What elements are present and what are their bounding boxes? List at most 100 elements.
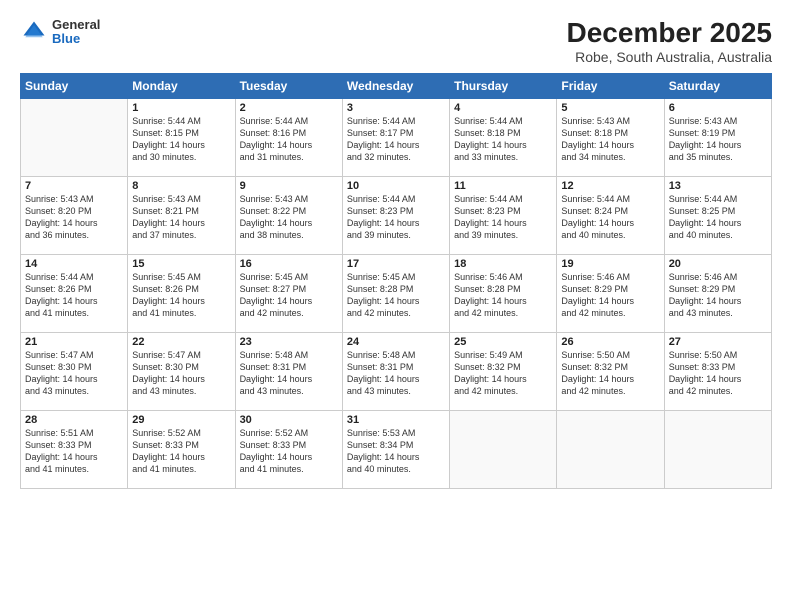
day-cell: 7Sunrise: 5:43 AM Sunset: 8:20 PM Daylig… bbox=[21, 176, 128, 254]
title-block: December 2025 Robe, South Australia, Aus… bbox=[567, 18, 772, 65]
day-cell: 18Sunrise: 5:46 AM Sunset: 8:28 PM Dayli… bbox=[450, 254, 557, 332]
day-number: 12 bbox=[561, 180, 659, 192]
calendar: SundayMondayTuesdayWednesdayThursdayFrid… bbox=[20, 73, 772, 489]
day-info: Sunrise: 5:44 AM Sunset: 8:17 PM Dayligh… bbox=[347, 115, 445, 164]
day-cell: 24Sunrise: 5:48 AM Sunset: 8:31 PM Dayli… bbox=[342, 332, 449, 410]
day-number: 29 bbox=[132, 414, 230, 426]
calendar-body: 1Sunrise: 5:44 AM Sunset: 8:15 PM Daylig… bbox=[21, 98, 772, 488]
day-cell: 19Sunrise: 5:46 AM Sunset: 8:29 PM Dayli… bbox=[557, 254, 664, 332]
day-cell: 22Sunrise: 5:47 AM Sunset: 8:30 PM Dayli… bbox=[128, 332, 235, 410]
logo-icon bbox=[20, 18, 48, 46]
day-number: 15 bbox=[132, 258, 230, 270]
day-info: Sunrise: 5:52 AM Sunset: 8:33 PM Dayligh… bbox=[240, 427, 338, 476]
day-cell bbox=[450, 410, 557, 488]
week-row-1: 1Sunrise: 5:44 AM Sunset: 8:15 PM Daylig… bbox=[21, 98, 772, 176]
week-row-4: 21Sunrise: 5:47 AM Sunset: 8:30 PM Dayli… bbox=[21, 332, 772, 410]
main-title: December 2025 bbox=[567, 18, 772, 49]
day-cell: 8Sunrise: 5:43 AM Sunset: 8:21 PM Daylig… bbox=[128, 176, 235, 254]
day-number: 24 bbox=[347, 336, 445, 348]
day-info: Sunrise: 5:48 AM Sunset: 8:31 PM Dayligh… bbox=[240, 349, 338, 398]
day-number: 22 bbox=[132, 336, 230, 348]
day-info: Sunrise: 5:43 AM Sunset: 8:22 PM Dayligh… bbox=[240, 193, 338, 242]
subtitle: Robe, South Australia, Australia bbox=[567, 49, 772, 65]
day-number: 28 bbox=[25, 414, 123, 426]
logo-general-label: General bbox=[52, 18, 100, 32]
day-cell: 14Sunrise: 5:44 AM Sunset: 8:26 PM Dayli… bbox=[21, 254, 128, 332]
day-info: Sunrise: 5:43 AM Sunset: 8:18 PM Dayligh… bbox=[561, 115, 659, 164]
day-cell: 6Sunrise: 5:43 AM Sunset: 8:19 PM Daylig… bbox=[664, 98, 771, 176]
day-info: Sunrise: 5:49 AM Sunset: 8:32 PM Dayligh… bbox=[454, 349, 552, 398]
day-info: Sunrise: 5:43 AM Sunset: 8:20 PM Dayligh… bbox=[25, 193, 123, 242]
day-cell: 3Sunrise: 5:44 AM Sunset: 8:17 PM Daylig… bbox=[342, 98, 449, 176]
day-info: Sunrise: 5:43 AM Sunset: 8:21 PM Dayligh… bbox=[132, 193, 230, 242]
day-cell: 16Sunrise: 5:45 AM Sunset: 8:27 PM Dayli… bbox=[235, 254, 342, 332]
day-info: Sunrise: 5:46 AM Sunset: 8:29 PM Dayligh… bbox=[669, 271, 767, 320]
day-info: Sunrise: 5:44 AM Sunset: 8:23 PM Dayligh… bbox=[454, 193, 552, 242]
header: General Blue December 2025 Robe, South A… bbox=[20, 18, 772, 65]
day-number: 14 bbox=[25, 258, 123, 270]
day-info: Sunrise: 5:50 AM Sunset: 8:32 PM Dayligh… bbox=[561, 349, 659, 398]
day-number: 23 bbox=[240, 336, 338, 348]
day-cell: 27Sunrise: 5:50 AM Sunset: 8:33 PM Dayli… bbox=[664, 332, 771, 410]
day-number: 13 bbox=[669, 180, 767, 192]
col-header-monday: Monday bbox=[128, 73, 235, 98]
day-info: Sunrise: 5:44 AM Sunset: 8:26 PM Dayligh… bbox=[25, 271, 123, 320]
col-header-sunday: Sunday bbox=[21, 73, 128, 98]
day-number: 8 bbox=[132, 180, 230, 192]
day-info: Sunrise: 5:51 AM Sunset: 8:33 PM Dayligh… bbox=[25, 427, 123, 476]
day-info: Sunrise: 5:50 AM Sunset: 8:33 PM Dayligh… bbox=[669, 349, 767, 398]
day-number: 5 bbox=[561, 102, 659, 114]
day-cell: 5Sunrise: 5:43 AM Sunset: 8:18 PM Daylig… bbox=[557, 98, 664, 176]
day-cell: 30Sunrise: 5:52 AM Sunset: 8:33 PM Dayli… bbox=[235, 410, 342, 488]
day-cell bbox=[21, 98, 128, 176]
day-info: Sunrise: 5:48 AM Sunset: 8:31 PM Dayligh… bbox=[347, 349, 445, 398]
day-info: Sunrise: 5:44 AM Sunset: 8:25 PM Dayligh… bbox=[669, 193, 767, 242]
day-info: Sunrise: 5:44 AM Sunset: 8:15 PM Dayligh… bbox=[132, 115, 230, 164]
week-row-3: 14Sunrise: 5:44 AM Sunset: 8:26 PM Dayli… bbox=[21, 254, 772, 332]
day-number: 7 bbox=[25, 180, 123, 192]
col-header-friday: Friday bbox=[557, 73, 664, 98]
day-cell bbox=[557, 410, 664, 488]
logo-text: General Blue bbox=[52, 18, 100, 47]
day-cell: 1Sunrise: 5:44 AM Sunset: 8:15 PM Daylig… bbox=[128, 98, 235, 176]
day-cell: 21Sunrise: 5:47 AM Sunset: 8:30 PM Dayli… bbox=[21, 332, 128, 410]
day-info: Sunrise: 5:45 AM Sunset: 8:27 PM Dayligh… bbox=[240, 271, 338, 320]
page: General Blue December 2025 Robe, South A… bbox=[0, 0, 792, 612]
day-number: 27 bbox=[669, 336, 767, 348]
day-number: 1 bbox=[132, 102, 230, 114]
day-info: Sunrise: 5:43 AM Sunset: 8:19 PM Dayligh… bbox=[669, 115, 767, 164]
col-header-tuesday: Tuesday bbox=[235, 73, 342, 98]
day-number: 6 bbox=[669, 102, 767, 114]
day-number: 2 bbox=[240, 102, 338, 114]
day-number: 16 bbox=[240, 258, 338, 270]
logo: General Blue bbox=[20, 18, 100, 47]
day-cell: 11Sunrise: 5:44 AM Sunset: 8:23 PM Dayli… bbox=[450, 176, 557, 254]
day-number: 30 bbox=[240, 414, 338, 426]
day-cell: 10Sunrise: 5:44 AM Sunset: 8:23 PM Dayli… bbox=[342, 176, 449, 254]
logo-blue-label: Blue bbox=[52, 32, 100, 46]
day-cell: 31Sunrise: 5:53 AM Sunset: 8:34 PM Dayli… bbox=[342, 410, 449, 488]
day-cell: 17Sunrise: 5:45 AM Sunset: 8:28 PM Dayli… bbox=[342, 254, 449, 332]
day-cell: 2Sunrise: 5:44 AM Sunset: 8:16 PM Daylig… bbox=[235, 98, 342, 176]
day-info: Sunrise: 5:53 AM Sunset: 8:34 PM Dayligh… bbox=[347, 427, 445, 476]
day-info: Sunrise: 5:44 AM Sunset: 8:16 PM Dayligh… bbox=[240, 115, 338, 164]
day-cell: 26Sunrise: 5:50 AM Sunset: 8:32 PM Dayli… bbox=[557, 332, 664, 410]
day-info: Sunrise: 5:47 AM Sunset: 8:30 PM Dayligh… bbox=[132, 349, 230, 398]
day-info: Sunrise: 5:44 AM Sunset: 8:23 PM Dayligh… bbox=[347, 193, 445, 242]
week-row-5: 28Sunrise: 5:51 AM Sunset: 8:33 PM Dayli… bbox=[21, 410, 772, 488]
col-header-saturday: Saturday bbox=[664, 73, 771, 98]
day-info: Sunrise: 5:44 AM Sunset: 8:18 PM Dayligh… bbox=[454, 115, 552, 164]
day-cell: 13Sunrise: 5:44 AM Sunset: 8:25 PM Dayli… bbox=[664, 176, 771, 254]
day-number: 10 bbox=[347, 180, 445, 192]
day-cell: 29Sunrise: 5:52 AM Sunset: 8:33 PM Dayli… bbox=[128, 410, 235, 488]
week-row-2: 7Sunrise: 5:43 AM Sunset: 8:20 PM Daylig… bbox=[21, 176, 772, 254]
day-cell: 4Sunrise: 5:44 AM Sunset: 8:18 PM Daylig… bbox=[450, 98, 557, 176]
col-header-wednesday: Wednesday bbox=[342, 73, 449, 98]
day-cell: 15Sunrise: 5:45 AM Sunset: 8:26 PM Dayli… bbox=[128, 254, 235, 332]
day-cell: 23Sunrise: 5:48 AM Sunset: 8:31 PM Dayli… bbox=[235, 332, 342, 410]
day-number: 18 bbox=[454, 258, 552, 270]
day-number: 31 bbox=[347, 414, 445, 426]
day-number: 4 bbox=[454, 102, 552, 114]
day-number: 20 bbox=[669, 258, 767, 270]
day-info: Sunrise: 5:47 AM Sunset: 8:30 PM Dayligh… bbox=[25, 349, 123, 398]
